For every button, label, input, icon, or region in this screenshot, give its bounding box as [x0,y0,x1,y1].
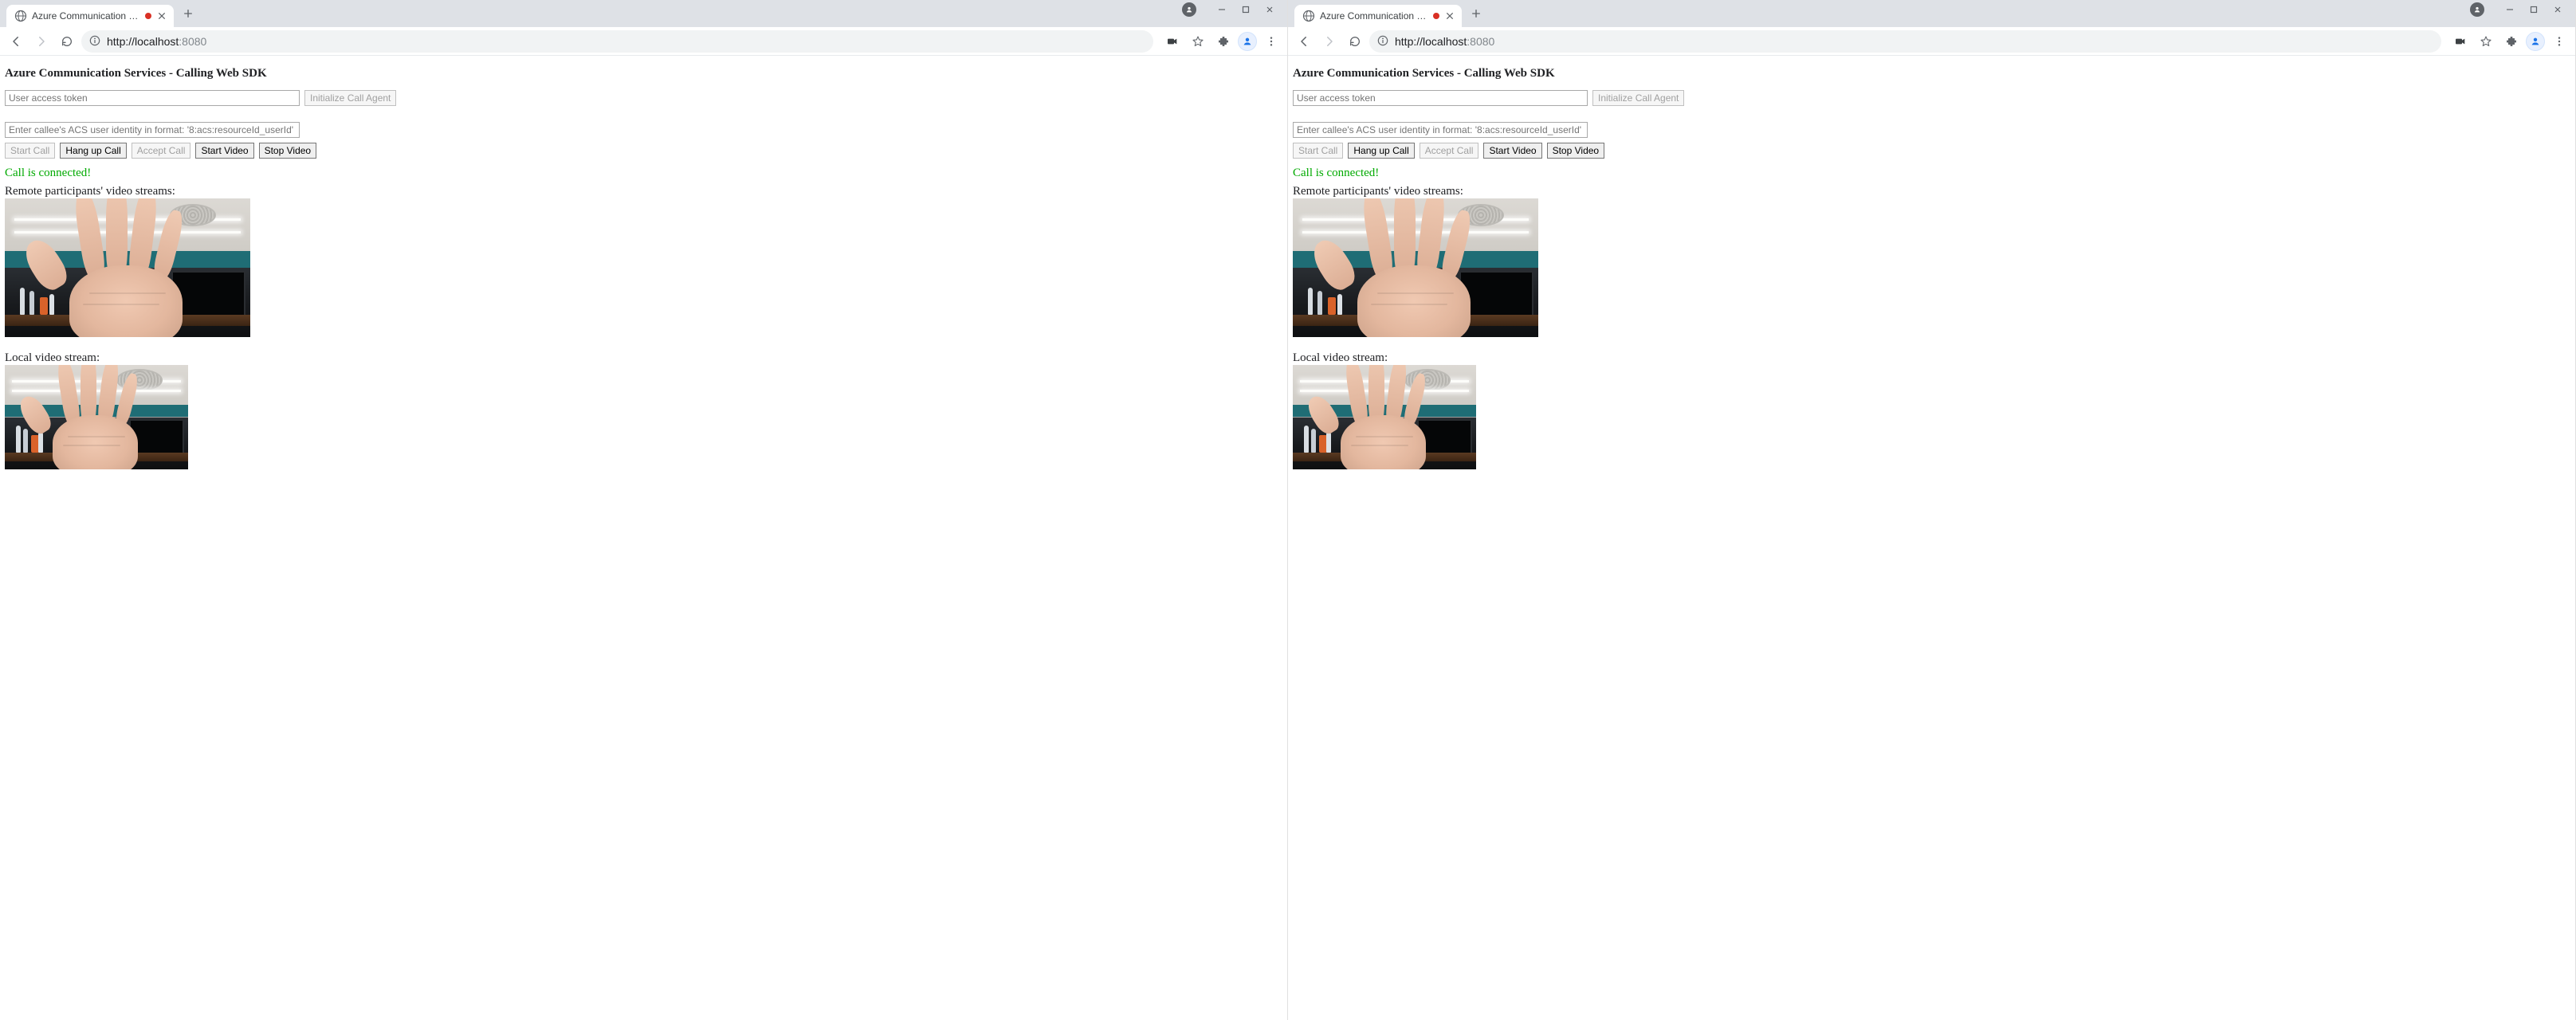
remote-video-stream [5,198,250,337]
nav-back-button[interactable] [5,30,27,53]
browser-window-left: Azure Communication Servic http://localh… [0,0,1288,1020]
stop-video-button[interactable]: Stop Video [1547,143,1605,159]
tab-close-button[interactable] [156,10,167,22]
page-title: Azure Communication Services - Calling W… [1293,67,2570,80]
bookmark-star-icon[interactable] [2475,30,2497,53]
window-maximize-button[interactable] [2523,2,2545,18]
start-video-button[interactable]: Start Video [1483,143,1541,159]
start-call-button[interactable]: Start Call [5,143,55,159]
call-status-text: Call is connected! [5,167,1282,180]
local-video-stream [1293,365,1476,469]
callee-identity-input[interactable] [1293,122,1588,138]
remote-streams-label: Remote participants' video streams: [5,185,1282,198]
initialize-call-agent-button[interactable]: Initialize Call Agent [1592,90,1684,106]
url-text: http://localhost:8080 [107,35,206,48]
browser-tab[interactable]: Azure Communication Servic [6,5,174,27]
browser-window-right: Azure Communication Servic http://localh… [1288,0,2576,1020]
new-tab-button[interactable] [1467,4,1486,23]
tab-strip: Azure Communication Servic [1288,0,2575,27]
start-call-button[interactable]: Start Call [1293,143,1343,159]
tab-title: Azure Communication Servic [1320,10,1428,22]
hang-up-call-button[interactable]: Hang up Call [1348,143,1414,159]
globe-icon [14,10,27,22]
window-controls [1182,0,1281,18]
site-info-icon[interactable] [89,35,102,48]
bookmark-star-icon[interactable] [1187,30,1209,53]
profile-avatar-button[interactable] [2526,32,2545,51]
callee-identity-input[interactable] [5,122,300,138]
camera-indicator-icon[interactable] [1161,30,1184,53]
new-tab-button[interactable] [179,4,198,23]
browser-toolbar: http://localhost:8080 [1288,27,2575,56]
browser-menu-button[interactable] [1260,30,1282,53]
local-stream-label: Local video stream: [5,351,1282,365]
camera-indicator-icon[interactable] [2449,30,2472,53]
nav-back-button[interactable] [1293,30,1315,53]
remote-video-stream [1293,198,1538,337]
start-video-button[interactable]: Start Video [195,143,253,159]
globe-icon [1302,10,1315,22]
accept-call-button[interactable]: Accept Call [1420,143,1479,159]
url-text: http://localhost:8080 [1395,35,1494,48]
page-title: Azure Communication Services - Calling W… [5,67,1282,80]
user-access-token-input[interactable] [1293,90,1588,106]
tab-title: Azure Communication Servic [32,10,140,22]
account-shield-icon[interactable] [2470,2,2484,17]
recording-indicator-icon [145,13,151,19]
local-stream-label: Local video stream: [1293,351,2570,365]
nav-reload-button[interactable] [1344,30,1366,53]
browser-tab[interactable]: Azure Communication Servic [1294,5,1462,27]
recording-indicator-icon [1433,13,1439,19]
nav-reload-button[interactable] [56,30,78,53]
initialize-call-agent-button[interactable]: Initialize Call Agent [304,90,396,106]
site-info-icon[interactable] [1377,35,1390,48]
address-bar[interactable]: http://localhost:8080 [1369,30,2441,53]
window-minimize-button[interactable] [1211,2,1233,18]
remote-streams-label: Remote participants' video streams: [1293,185,2570,198]
nav-forward-button[interactable] [1318,30,1341,53]
stop-video-button[interactable]: Stop Video [259,143,317,159]
tab-close-button[interactable] [1444,10,1455,22]
extensions-icon[interactable] [2500,30,2523,53]
address-bar[interactable]: http://localhost:8080 [81,30,1153,53]
browser-menu-button[interactable] [2548,30,2570,53]
extensions-icon[interactable] [1212,30,1235,53]
window-maximize-button[interactable] [1235,2,1257,18]
page-content: Azure Communication Services - Calling W… [1288,56,2575,1020]
browser-toolbar: http://localhost:8080 [0,27,1287,56]
user-access-token-input[interactable] [5,90,300,106]
window-close-button[interactable] [1259,2,1281,18]
tab-strip: Azure Communication Servic [0,0,1287,27]
window-close-button[interactable] [2547,2,2569,18]
nav-forward-button[interactable] [30,30,53,53]
hang-up-call-button[interactable]: Hang up Call [60,143,126,159]
window-minimize-button[interactable] [2499,2,2521,18]
page-content: Azure Communication Services - Calling W… [0,56,1287,1020]
call-status-text: Call is connected! [1293,167,2570,180]
profile-avatar-button[interactable] [1238,32,1257,51]
account-shield-icon[interactable] [1182,2,1196,17]
local-video-stream [5,365,188,469]
accept-call-button[interactable]: Accept Call [132,143,191,159]
window-controls [2470,0,2569,18]
